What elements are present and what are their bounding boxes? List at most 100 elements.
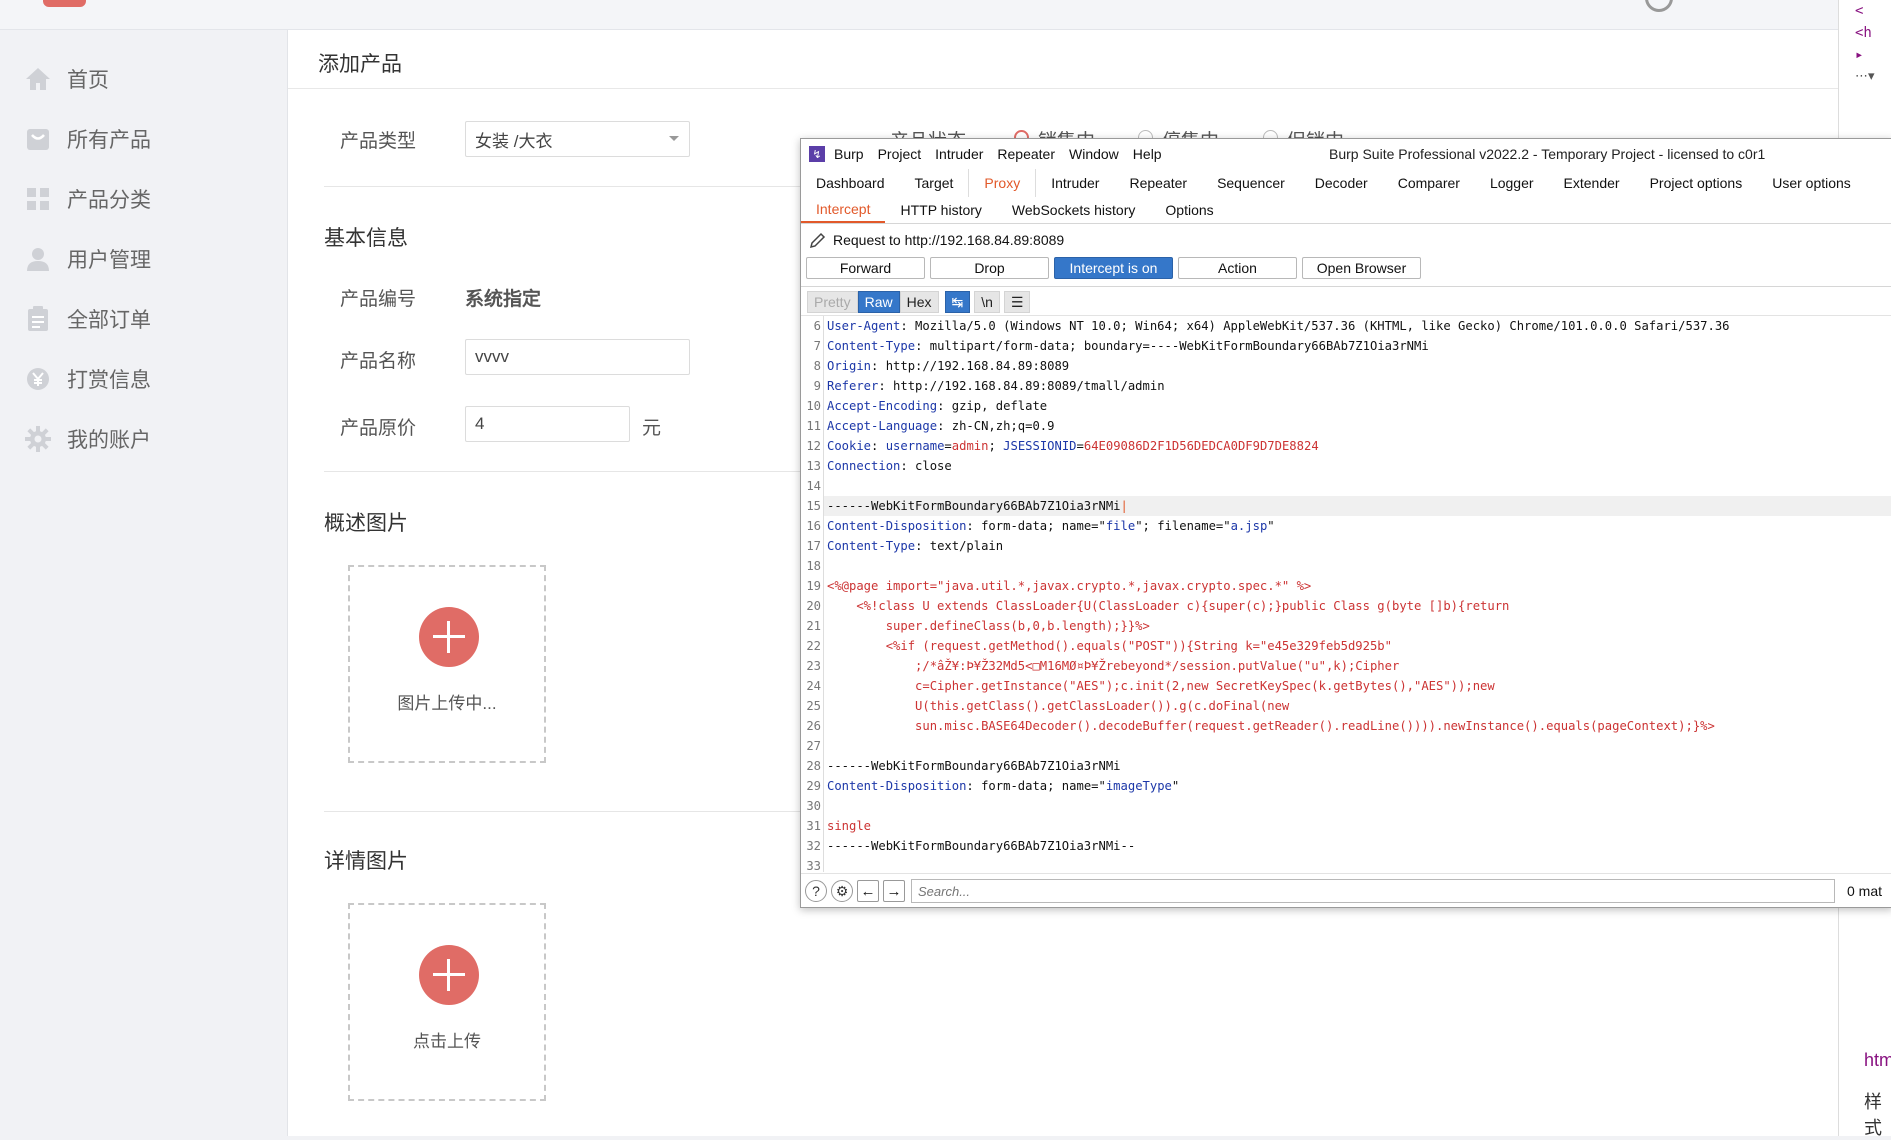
code-line: 6 User-Agent: Mozilla/5.0 (Windows NT 10.… [801,316,1891,336]
action-button[interactable]: Action [1178,257,1297,279]
tab-decoder[interactable]: Decoder [1300,169,1383,197]
menu-project[interactable]: Project [878,146,922,162]
code-line: 26 sun.misc.BASE64Decoder().decodeBuffer… [801,716,1891,736]
intercept-toggle-button[interactable]: Intercept is on [1054,257,1173,279]
sidebar-item-users[interactable]: 用户管理 [24,239,151,279]
code-line: 29 Content-Disposition: form-data; name="… [801,776,1891,796]
tab-logger[interactable]: Logger [1475,169,1549,197]
code-line: 21 super.defineClass(b,0,b.length);}}%> [801,616,1891,636]
user-icon [24,245,52,273]
code-line: 31 single [801,816,1891,836]
top-bar [0,0,1838,30]
show-newlines-button[interactable]: \n [974,291,1000,313]
code-line: 10 Accept-Encoding: gzip, deflate [801,396,1891,416]
name-label: 产品名称 [340,351,417,372]
code-line: 19 <%@page import="java.util.*,javax.cryp… [801,576,1891,596]
tab-proxy[interactable]: Proxy [968,169,1037,197]
subtab-websockets-history[interactable]: WebSockets history [997,197,1150,223]
match-count: 0 mat [1847,883,1883,899]
burp-logo-icon: ↯ [809,146,825,162]
code-line: 16 Content-Disposition: form-data; name="… [801,516,1891,536]
arrow-right-icon[interactable]: → [883,880,905,902]
product-type-value: 女装 /大衣 [475,131,553,151]
message-view-toolbar: Pretty Raw Hex ↹ \n ☰ [807,291,1031,313]
sidebar-item-label: 用户管理 [67,249,151,272]
tab-comparer[interactable]: Comparer [1383,169,1475,197]
sidebar-item-rewards[interactable]: 打赏信息 [24,359,151,399]
request-target-text: Request to http://192.168.84.89:8089 [833,232,1065,248]
code-line: 14 [801,476,1891,496]
tab-repeater[interactable]: Repeater [1114,169,1202,197]
view-pretty-button[interactable]: Pretty [807,291,858,313]
sidebar-item-categories[interactable]: 产品分类 [24,179,151,219]
sidebar-item-label: 产品分类 [67,189,151,212]
tab-intruder[interactable]: Intruder [1036,169,1114,197]
help-icon[interactable]: ? [805,880,827,902]
burp-window-title: Burp Suite Professional v2022.2 - Tempor… [1329,146,1766,162]
code-line: 30 [801,796,1891,816]
gear-icon[interactable]: ⚙ [831,880,853,902]
view-raw-button[interactable]: Raw [857,291,900,313]
divider [288,88,1838,89]
search-input[interactable] [911,879,1835,903]
code-value: 系统指定 [465,289,542,310]
price-label: 产品原价 [340,418,417,439]
type-label: 产品类型 [340,131,417,152]
detail-upload-box[interactable]: 点击上传 [348,903,546,1101]
sidebar-item-home[interactable]: 首页 [24,59,109,99]
code-line: 9 Referer: http://192.168.84.89:8089/tmal… [801,376,1891,396]
tab-dashboard[interactable]: Dashboard [801,169,900,197]
product-type-select[interactable]: 女装 /大衣 [465,121,690,157]
subtab-http-history[interactable]: HTTP history [885,197,996,223]
sidebar-item-orders[interactable]: 全部订单 [24,299,151,339]
menu-repeater[interactable]: Repeater [997,146,1055,162]
price-unit: 元 [642,418,662,439]
code-label: 产品编号 [340,289,417,310]
tab-sequencer[interactable]: Sequencer [1202,169,1300,197]
product-price-input[interactable]: 4 [465,406,630,442]
tab-extender[interactable]: Extender [1549,169,1635,197]
menu-intruder[interactable]: Intruder [935,146,983,162]
code-line: 8 Origin: http://192.168.84.89:8089 [801,356,1891,376]
sidebar-item-products[interactable]: 所有产品 [24,119,151,159]
product-name-input[interactable]: vvvv [465,339,690,375]
code-line: 17 Content-Type: text/plain [801,536,1891,556]
sidebar-item-account[interactable]: 我的账户 [24,419,151,459]
request-editor[interactable]: 6 User-Agent: Mozilla/5.0 (Windows NT 10.… [801,315,1891,872]
tab-user-options[interactable]: User options [1757,169,1866,197]
view-hex-button[interactable]: Hex [899,291,939,313]
tab-target[interactable]: Target [900,169,969,197]
chevron-down-icon [669,136,679,141]
overview-upload-box[interactable]: 图片上传中... [348,565,546,763]
code-line: 15 ------WebKitFormBoundary66BAb7Z1Oia3rN… [801,496,1891,516]
devtools-more-icon[interactable]: ⋯▾ [1855,68,1891,83]
tab-project-options[interactable]: Project options [1635,169,1758,197]
proxy-subtabs: Intercept HTTP history WebSockets histor… [801,197,1891,224]
sidebar-item-label: 打赏信息 [67,369,151,392]
subtab-options[interactable]: Options [1150,197,1228,223]
menu-icon[interactable]: ☰ [1003,291,1031,313]
devtools-styles-tab[interactable]: 样式 [1864,1088,1891,1140]
code-line: 22 <%if (request.getMethod().equals("POS… [801,636,1891,656]
sidebar: 首页 所有产品 产品分类 用户管理 全部订单 打赏信息 我的账户 [0,30,288,1136]
search-bar: ? ⚙ ← → 0 mat [801,873,1891,907]
menu-burp[interactable]: Burp [834,146,864,162]
devtools-html-label: htm [1864,1050,1891,1070]
upload-status-text: 图片上传中... [397,694,497,713]
intercept-button-row: Forward Drop Intercept is on Action Open… [806,257,1426,279]
brand-logo[interactable] [43,0,86,7]
subtab-intercept[interactable]: Intercept [801,197,886,223]
drop-button[interactable]: Drop [930,257,1049,279]
code-line: 28 ------WebKitFormBoundary66BAb7Z1Oia3rN… [801,756,1891,776]
arrow-left-icon[interactable]: ← [857,880,879,902]
basic-info-heading: 基本信息 [324,227,408,250]
user-avatar[interactable] [1645,0,1673,12]
word-wrap-icon[interactable]: ↹ [944,291,971,313]
forward-button[interactable]: Forward [806,257,925,279]
menu-window[interactable]: Window [1069,146,1119,162]
sidebar-item-label: 全部订单 [67,309,151,332]
menu-help[interactable]: Help [1133,146,1162,162]
open-browser-button[interactable]: Open Browser [1302,257,1421,279]
burp-titlebar: ↯ Burp Project Intruder Repeater Window … [801,139,1891,169]
plus-icon [419,607,479,667]
